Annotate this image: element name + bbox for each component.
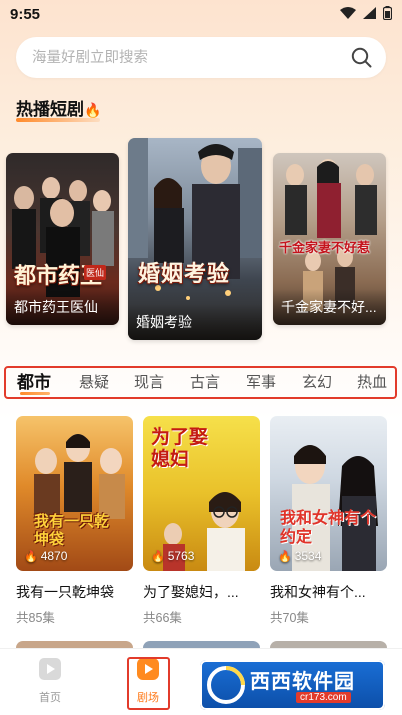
poster-overlay-title: 为了娶媳妇 <box>151 426 209 470</box>
hot-drama-title: 婚姻考验 <box>136 314 192 330</box>
battery-icon <box>383 6 392 20</box>
hot-drama-card[interactable]: 都市药王 医仙 都市药王医仙 <box>6 153 119 325</box>
watermark-brand: 西西软件园 <box>250 671 355 693</box>
status-time: 9:55 <box>10 6 41 23</box>
category-tab[interactable]: 热血 <box>357 368 387 397</box>
section-title-text: 热播短剧 <box>16 100 84 119</box>
nav-label: 首页 <box>39 692 61 704</box>
caption-overlay: 千金家妻不好... <box>273 289 386 325</box>
fire-icon: 🔥 <box>278 550 292 563</box>
poster-overlay-title: 我和女神有个约定 <box>280 508 377 546</box>
search-input[interactable] <box>32 37 332 78</box>
heat-value: 4870 <box>40 549 68 563</box>
caption-overlay: 婚姻考验 <box>128 304 262 340</box>
heat-value: 5763 <box>167 549 195 563</box>
category-tab[interactable]: 悬疑 <box>79 368 109 397</box>
section-title: 热播短剧🔥 <box>16 95 101 120</box>
poster-art <box>292 445 378 571</box>
drama-title[interactable]: 我有一只乾坤袋 <box>16 582 136 602</box>
section-title-underline <box>16 118 100 122</box>
signal-icon <box>363 7 376 19</box>
poster-overlay-title: 千金家妻不好惹 <box>279 241 371 256</box>
status-icons <box>340 6 392 20</box>
search-bar[interactable] <box>16 37 386 78</box>
drama-episodes: 共66集 <box>143 611 182 625</box>
fire-icon: 🔥 <box>84 102 102 118</box>
search-icon[interactable] <box>351 47 372 68</box>
watermark-emblem <box>207 666 245 704</box>
poster-overlay-title: 我有一只乾坤袋 <box>34 512 110 548</box>
drama-episodes: 共70集 <box>270 611 309 625</box>
caption-overlay: 都市药王医仙 <box>6 289 119 325</box>
drama-title[interactable]: 为了娶媳妇，... <box>143 582 263 602</box>
heat-count: 🔥 4870 <box>24 549 67 563</box>
fire-icon: 🔥 <box>151 550 165 563</box>
active-tab-indicator <box>20 392 50 395</box>
heat-count: 🔥 3534 <box>278 549 321 563</box>
category-tab[interactable]: 玄幻 <box>302 368 332 397</box>
status-bar: 9:55 <box>0 0 402 28</box>
hot-drama-title: 都市药王医仙 <box>14 299 98 315</box>
heat-count: 🔥 5763 <box>151 549 194 563</box>
poster-overlay-title: 婚姻考验 <box>138 261 231 287</box>
category-tab[interactable]: 现言 <box>134 368 164 397</box>
hot-drama-title: 千金家妻不好... <box>281 299 377 315</box>
hot-drama-card[interactable]: 婚姻考验 婚姻考验 <box>128 138 262 340</box>
drama-card[interactable]: 我有一只乾坤袋 🔥 4870 <box>16 416 133 571</box>
hot-drama-card[interactable]: 千金家妻不好惹 千金家妻不好... <box>273 153 386 325</box>
drama-card[interactable]: 为了娶媳妇 🔥 5763 <box>143 416 260 571</box>
category-tab[interactable]: 古言 <box>190 368 220 397</box>
play-square-icon <box>39 658 61 680</box>
fire-icon: 🔥 <box>24 550 38 563</box>
poster-overlay-tag: 医仙 <box>84 265 107 280</box>
nav-item-home[interactable]: 首页 <box>30 657 70 705</box>
watermark-logo: 西西软件园 cr173.com <box>200 660 385 710</box>
category-tabs: 都市 悬疑 现言 古言 军事 玄幻 热血 <box>4 366 397 399</box>
heat-value: 3534 <box>294 549 322 563</box>
nav-highlight-box <box>127 657 170 710</box>
drama-card[interactable]: 我和女神有个约定 🔥 3534 <box>270 416 387 571</box>
wifi-icon <box>340 7 356 19</box>
category-tab[interactable]: 军事 <box>246 368 276 397</box>
watermark-url: cr173.com <box>296 692 351 703</box>
drama-title[interactable]: 我和女神有个... <box>270 582 390 602</box>
drama-episodes: 共85集 <box>16 611 55 625</box>
